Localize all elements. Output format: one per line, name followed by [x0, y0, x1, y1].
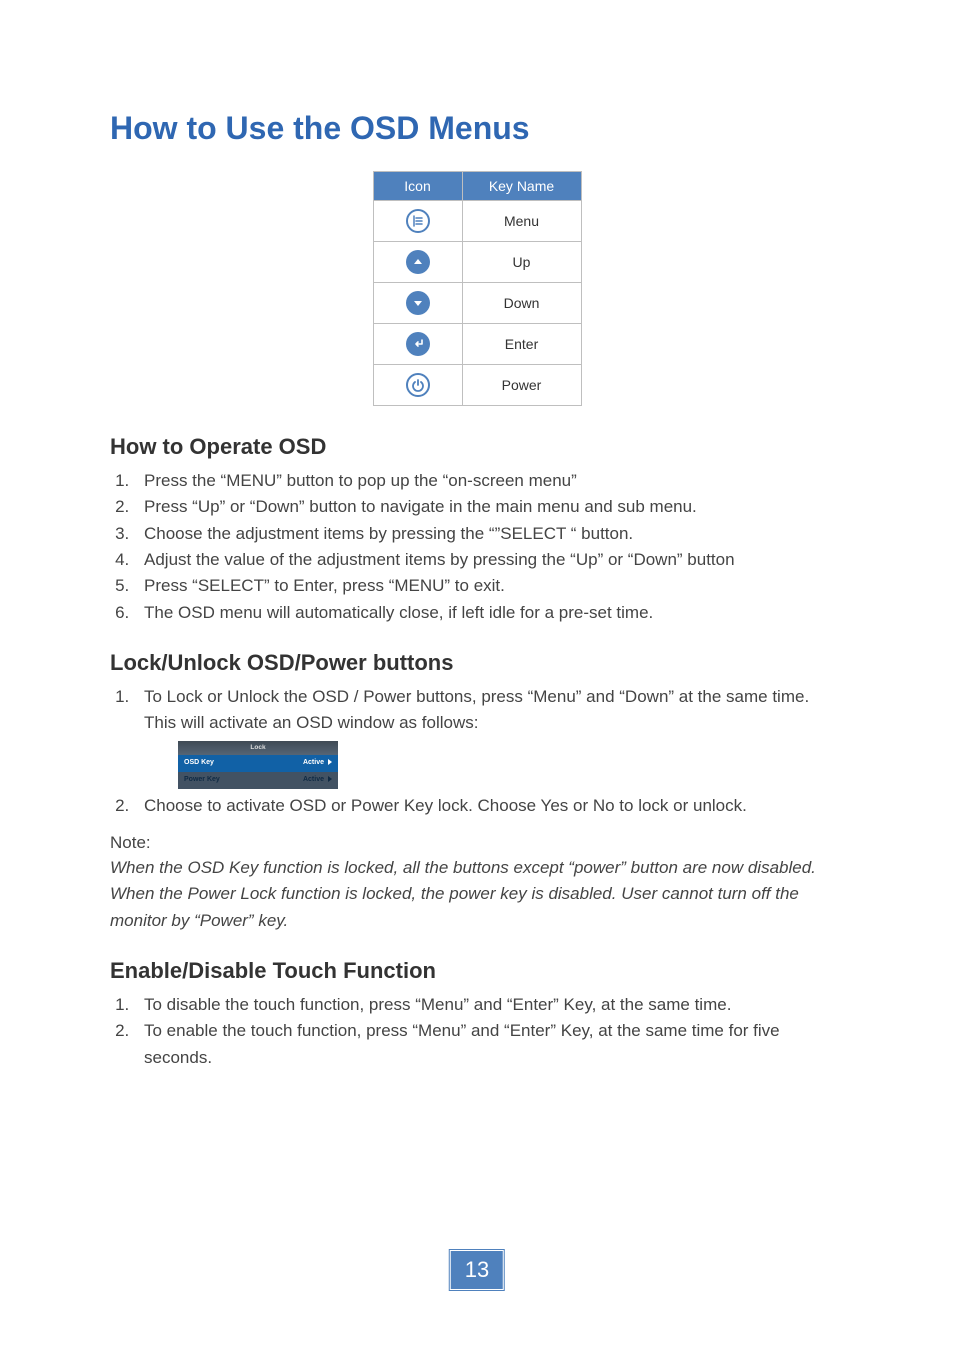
table-row: Menu — [373, 201, 581, 242]
th-icon: Icon — [373, 172, 462, 201]
lock-window-title: Lock — [178, 741, 338, 755]
lock-row-value: Active — [303, 759, 324, 766]
list-item: Press “Up” or “Down” button to navigate … — [134, 494, 844, 520]
lock-row-label: Power Key — [184, 775, 220, 786]
list-item: To enable the touch function, press “Men… — [134, 1018, 844, 1071]
table-row: Enter — [373, 324, 581, 365]
list-item: The OSD menu will automatically close, i… — [134, 600, 844, 626]
page-number: 13 — [450, 1250, 504, 1290]
lock-row-label: OSD Key — [184, 758, 214, 769]
up-icon — [406, 250, 430, 274]
lock-row-value: Active — [303, 776, 324, 783]
list-text: To Lock or Unlock the OSD / Power button… — [144, 687, 809, 732]
list-item: Choose to activate OSD or Power Key lock… — [134, 793, 844, 819]
icon-key-table: Icon Key Name Menu Up — [373, 171, 582, 406]
table-row: Down — [373, 283, 581, 324]
lock-row-power: Power Key Active — [178, 772, 338, 789]
note-label: Note: — [110, 833, 844, 853]
key-name: Power — [462, 365, 581, 406]
heading-lock: Lock/Unlock OSD/Power buttons — [110, 650, 844, 676]
key-name: Enter — [462, 324, 581, 365]
key-name: Menu — [462, 201, 581, 242]
list-item: Press the “MENU” button to pop up the “o… — [134, 468, 844, 494]
lock-osd-window: Lock OSD Key Active Power Key Active — [178, 741, 338, 789]
list-item: To Lock or Unlock the OSD / Power button… — [134, 684, 844, 788]
th-keyname: Key Name — [462, 172, 581, 201]
key-name: Down — [462, 283, 581, 324]
table-row: Power — [373, 365, 581, 406]
heading-touch: Enable/Disable Touch Function — [110, 958, 844, 984]
list-item: Press “SELECT” to Enter, press “MENU” to… — [134, 573, 844, 599]
lock-row-osd: OSD Key Active — [178, 755, 338, 772]
lock-steps: To Lock or Unlock the OSD / Power button… — [110, 684, 844, 819]
menu-icon — [406, 209, 430, 233]
list-item: Adjust the value of the adjustment items… — [134, 547, 844, 573]
page-title: How to Use the OSD Menus — [110, 110, 844, 147]
heading-operate: How to Operate OSD — [110, 434, 844, 460]
list-item: Choose the adjustment items by pressing … — [134, 521, 844, 547]
list-item: To disable the touch function, press “Me… — [134, 992, 844, 1018]
down-icon — [406, 291, 430, 315]
key-name: Up — [462, 242, 581, 283]
chevron-right-icon — [328, 759, 332, 765]
power-icon — [406, 373, 430, 397]
operate-steps: Press the “MENU” button to pop up the “o… — [110, 468, 844, 626]
enter-icon — [406, 332, 430, 356]
table-row: Up — [373, 242, 581, 283]
touch-steps: To disable the touch function, press “Me… — [110, 992, 844, 1071]
document-page: How to Use the OSD Menus Icon Key Name M… — [0, 0, 954, 1350]
note-body: When the OSD Key function is locked, all… — [110, 855, 844, 934]
chevron-right-icon — [328, 776, 332, 782]
